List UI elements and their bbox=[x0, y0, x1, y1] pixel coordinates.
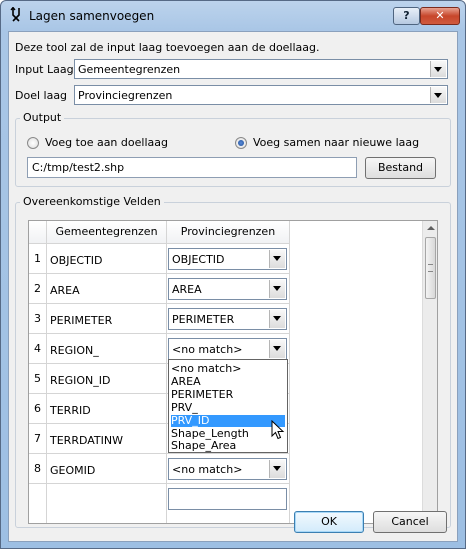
source-field-cell: REGION_ bbox=[47, 334, 167, 364]
row-number[interactable]: 4 bbox=[29, 334, 47, 364]
source-field-name: GEOMID bbox=[50, 464, 96, 477]
source-field-name: AREA bbox=[50, 284, 80, 297]
append-radio[interactable] bbox=[27, 137, 39, 149]
chevron-down-icon[interactable] bbox=[269, 340, 285, 358]
dropdown-option[interactable]: <no match> bbox=[171, 363, 285, 375]
chevron-down-icon[interactable] bbox=[269, 280, 285, 298]
target-layer-select[interactable]: Provinciegrenzen bbox=[74, 85, 448, 105]
row-number[interactable]: 7 bbox=[29, 424, 47, 454]
row-number[interactable]: 1 bbox=[29, 244, 47, 274]
source-field-name: TERRID bbox=[50, 404, 91, 417]
field-dropdown-list[interactable]: <no match> AREA PERIMETER PRV_ PRV_ID Sh… bbox=[168, 359, 288, 453]
scroll-up-arrow-icon[interactable] bbox=[423, 221, 437, 236]
source-field-cell: PERIMETER bbox=[47, 304, 167, 334]
dropdown-option[interactable]: PERIMETER bbox=[171, 389, 285, 401]
target-field-select[interactable] bbox=[168, 488, 287, 510]
help-button[interactable]: ? bbox=[393, 7, 420, 25]
source-field-cell: TERRID bbox=[47, 394, 167, 424]
source-field-name: TERRDATINW bbox=[50, 434, 123, 447]
merge-radio-label[interactable]: Voeg samen naar nieuwe laag bbox=[253, 136, 419, 149]
target-layer-label: Doel laag bbox=[15, 89, 68, 102]
cancel-button[interactable]: Cancel bbox=[373, 511, 447, 533]
source-field-cell: TERRDATINW bbox=[47, 424, 167, 454]
window-title: Lagen samenvoegen bbox=[29, 9, 155, 23]
merge-icon bbox=[10, 7, 20, 22]
mouse-pointer-icon bbox=[271, 420, 285, 440]
chevron-down-icon[interactable] bbox=[269, 310, 285, 328]
target-field-select[interactable]: AREA bbox=[168, 278, 287, 300]
target-field-select-open[interactable]: <no match> bbox=[168, 338, 287, 360]
browse-button[interactable]: Bestand bbox=[365, 157, 436, 179]
column-header-source[interactable]: Gemeentegrenzen bbox=[47, 221, 167, 244]
target-field-cell: OBJECTID bbox=[167, 244, 290, 274]
chevron-down-icon[interactable] bbox=[269, 250, 285, 268]
target-field-cell: PERIMETER bbox=[167, 304, 290, 334]
dialog-body: Deze tool zal de input laag toevoegen aa… bbox=[8, 31, 458, 542]
source-field-cell bbox=[47, 484, 167, 523]
target-field-cell bbox=[167, 484, 290, 523]
fields-group-title: Overeenkomstige Velden bbox=[20, 195, 164, 208]
dropdown-option[interactable]: PRV_ bbox=[171, 402, 285, 414]
dropdown-option[interactable]: Shape_Area bbox=[171, 440, 285, 452]
chevron-down-icon[interactable] bbox=[430, 61, 446, 77]
row-number[interactable]: 6 bbox=[29, 394, 47, 424]
target-field-select[interactable]: OBJECTID bbox=[168, 248, 287, 270]
title-bar[interactable]: Lagen samenvoegen ? ✕ bbox=[1, 1, 465, 31]
source-field-cell: GEOMID bbox=[47, 454, 167, 484]
target-field-value: <no match> bbox=[172, 463, 243, 476]
dropdown-option[interactable]: AREA bbox=[171, 376, 285, 388]
target-field-select[interactable]: <no match> bbox=[168, 458, 287, 480]
source-field-name: PERIMETER bbox=[50, 314, 113, 327]
output-group-title: Output bbox=[20, 111, 65, 124]
input-layer-select[interactable]: Gemeentegrenzen bbox=[74, 59, 448, 79]
output-path-field[interactable]: C:/tmp/test2.shp bbox=[27, 157, 357, 178]
source-field-name: REGION_ bbox=[50, 344, 99, 357]
row-number[interactable]: 5 bbox=[29, 364, 47, 394]
source-field-name: REGION_ID bbox=[50, 374, 111, 387]
vertical-scrollbar[interactable] bbox=[422, 221, 437, 523]
ok-button[interactable]: OK bbox=[294, 511, 364, 533]
row-number[interactable] bbox=[29, 484, 47, 523]
source-field-cell: REGION_ID bbox=[47, 364, 167, 394]
column-header-target[interactable]: Provinciegrenzen bbox=[167, 221, 290, 244]
append-radio-label[interactable]: Voeg toe aan doellaag bbox=[45, 136, 168, 149]
row-number[interactable]: 8 bbox=[29, 454, 47, 484]
dialog-window: Lagen samenvoegen ? ✕ Deze tool zal de i… bbox=[0, 0, 466, 549]
output-path-value: C:/tmp/test2.shp bbox=[32, 161, 125, 174]
target-field-value: AREA bbox=[172, 283, 202, 296]
merge-radio[interactable] bbox=[235, 137, 247, 149]
target-field-cell: AREA bbox=[167, 274, 290, 304]
chevron-down-icon[interactable] bbox=[269, 460, 285, 478]
row-number[interactable]: 2 bbox=[29, 274, 47, 304]
source-field-cell: AREA bbox=[47, 274, 167, 304]
source-field-name: OBJECTID bbox=[50, 254, 103, 267]
target-field-select[interactable]: PERIMETER bbox=[168, 308, 287, 330]
target-layer-value: Provinciegrenzen bbox=[78, 89, 173, 102]
target-field-cell: <no match> bbox=[167, 454, 290, 484]
chevron-down-icon[interactable] bbox=[430, 87, 446, 103]
target-field-value: PERIMETER bbox=[172, 313, 235, 326]
table-corner bbox=[29, 221, 47, 244]
target-field-value: OBJECTID bbox=[172, 253, 225, 266]
close-button[interactable]: ✕ bbox=[420, 7, 460, 25]
target-field-value: <no match> bbox=[172, 343, 243, 356]
input-layer-value: Gemeentegrenzen bbox=[78, 63, 181, 76]
scrollbar-thumb[interactable] bbox=[425, 237, 436, 299]
row-number[interactable]: 3 bbox=[29, 304, 47, 334]
source-field-cell: OBJECTID bbox=[47, 244, 167, 274]
input-layer-label: Input Laag bbox=[15, 63, 74, 76]
dropdown-option-selected[interactable]: PRV_ID bbox=[171, 415, 285, 427]
intro-text: Deze tool zal de input laag toevoegen aa… bbox=[15, 41, 320, 54]
